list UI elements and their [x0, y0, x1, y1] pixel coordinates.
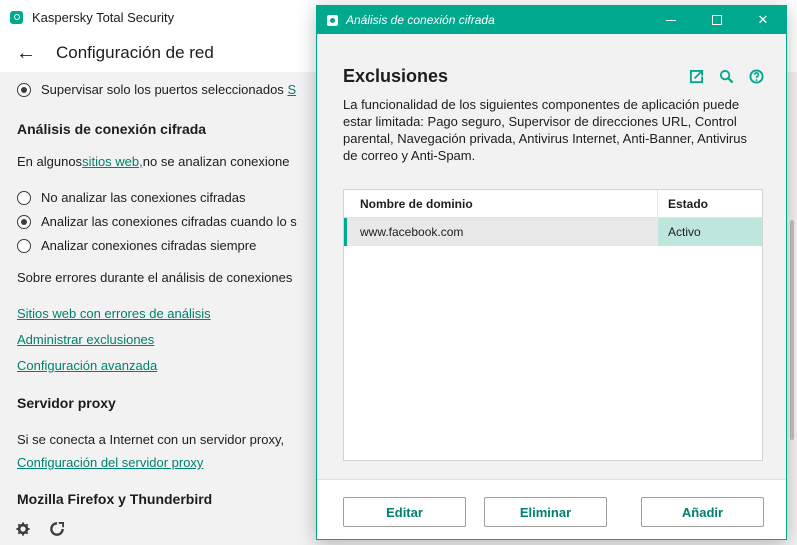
minimize-button[interactable]: [648, 6, 694, 34]
radio-button[interactable]: [17, 82, 31, 97]
column-header-domain[interactable]: Nombre de dominio: [344, 190, 658, 217]
dialog-titlebar[interactable]: Análisis de conexión cifrada ✕: [317, 6, 786, 34]
encrypted-intro: En algunos sitios web, no se analizan co…: [17, 154, 290, 169]
proxy-settings-link[interactable]: Configuración del servidor proxy: [17, 455, 203, 470]
export-icon[interactable]: [688, 68, 704, 84]
radio-monitor-selected-ports[interactable]: Supervisar solo los puertos seleccionado…: [17, 82, 296, 97]
maximize-button[interactable]: [694, 6, 740, 34]
support-icon[interactable]: [50, 521, 65, 540]
proxy-section-title: Servidor proxy: [17, 395, 116, 411]
radio-label: No analizar las conexiones cifradas: [41, 190, 246, 205]
scrollbar-thumb[interactable]: [790, 220, 794, 440]
dialog-description: La funcionalidad de los siguientes compo…: [343, 97, 747, 163]
cell-status: Activo: [658, 218, 762, 246]
dialog-toolbar: [688, 68, 764, 84]
maximize-icon: [712, 15, 722, 25]
minimize-icon: [666, 19, 676, 21]
settings-gear-icon[interactable]: [16, 522, 30, 540]
websites-link[interactable]: sitios web,: [82, 154, 143, 169]
dialog-title: Análisis de conexión cifrada: [346, 13, 495, 27]
delete-button[interactable]: Eliminar: [484, 497, 607, 527]
errors-text: Sobre errores durante el análisis de con…: [17, 270, 293, 285]
radio-button[interactable]: [17, 214, 31, 229]
add-button[interactable]: Añadir: [641, 497, 764, 527]
radio-button[interactable]: [17, 238, 31, 253]
search-icon[interactable]: [718, 68, 734, 84]
column-header-status[interactable]: Estado: [658, 190, 762, 217]
radio-label: Supervisar solo los puertos seleccionado…: [41, 82, 284, 97]
page-title: Configuración de red: [56, 43, 214, 62]
radio-button[interactable]: [17, 190, 31, 205]
edit-button[interactable]: Editar: [343, 497, 466, 527]
help-icon[interactable]: [748, 68, 764, 84]
window-controls: ✕: [648, 6, 786, 34]
table-header: Nombre de dominio Estado: [344, 190, 762, 218]
kaspersky-logo-icon: [327, 14, 338, 26]
monitor-ports-link[interactable]: S: [287, 82, 296, 97]
proxy-text: Si se conecta a Internet con un servidor…: [17, 432, 285, 447]
sites-with-errors-link[interactable]: Sitios web con errores de análisis: [17, 306, 211, 321]
radio-scan-when-requested[interactable]: Analizar las conexiones cifradas cuando …: [17, 214, 297, 229]
dialog-body: Exclusiones La funcionalidad de los sigu…: [317, 34, 786, 479]
app-title: Kaspersky Total Security: [32, 9, 175, 25]
radio-label: Analizar las conexiones cifradas cuando …: [41, 214, 297, 229]
manage-exclusions-link[interactable]: Administrar exclusiones: [17, 332, 154, 347]
firefox-section-title: Mozilla Firefox y Thunderbird: [17, 491, 213, 507]
cell-domain: www.facebook.com: [360, 225, 464, 239]
close-button[interactable]: ✕: [740, 6, 786, 34]
exclusions-dialog: Análisis de conexión cifrada ✕ Exclusion…: [316, 5, 787, 540]
dialog-footer: Editar Eliminar Añadir: [317, 479, 786, 539]
back-arrow-icon[interactable]: ←: [16, 43, 36, 63]
table-row[interactable]: www.facebook.com Activo: [344, 218, 762, 246]
radio-no-scan[interactable]: No analizar las conexiones cifradas: [17, 190, 246, 205]
row-selection-accent: [344, 218, 347, 246]
radio-scan-always[interactable]: Analizar conexiones cifradas siempre: [17, 238, 256, 253]
advanced-settings-link[interactable]: Configuración avanzada: [17, 358, 157, 373]
radio-label: Analizar conexiones cifradas siempre: [41, 238, 257, 253]
exclusions-table: Nombre de dominio Estado www.facebook.co…: [343, 189, 763, 461]
dialog-heading: Exclusiones: [343, 66, 449, 86]
kaspersky-logo-icon: [10, 10, 23, 24]
encrypted-section-title: Análisis de conexión cifrada: [17, 121, 207, 137]
